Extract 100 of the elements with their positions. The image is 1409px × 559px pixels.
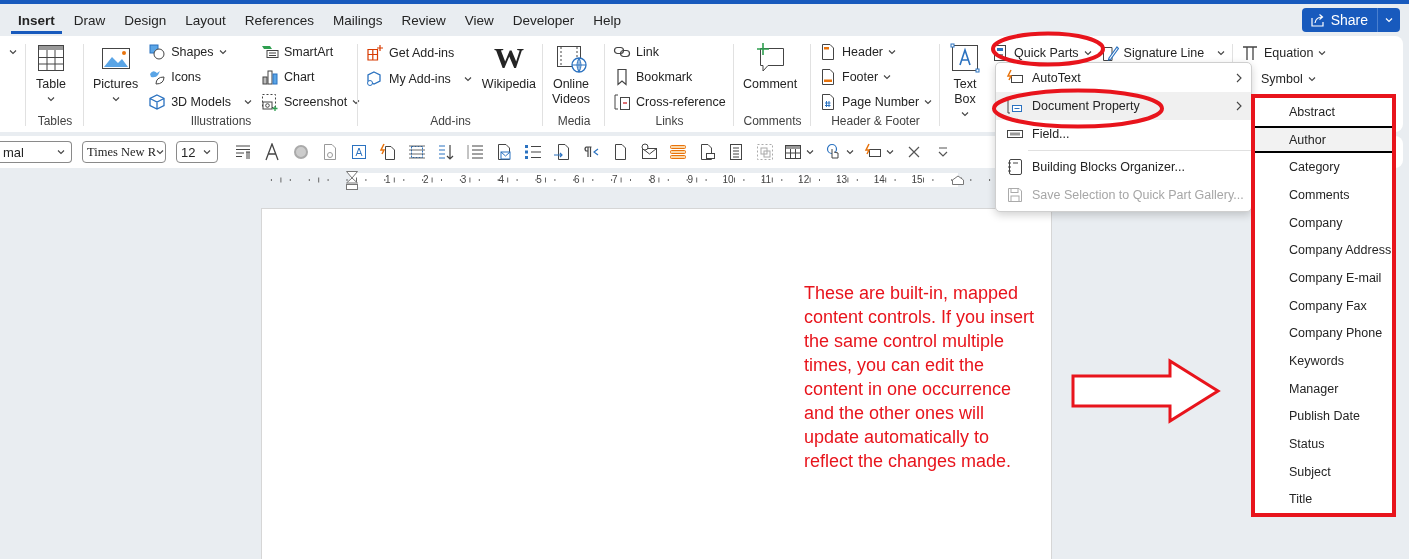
ribbon-button[interactable]: Get Add-ins: [364, 40, 474, 66]
ribbon-tab[interactable]: Help: [586, 6, 629, 34]
ruler-number: 14: [872, 174, 886, 186]
menu-item[interactable]: Status: [1255, 430, 1392, 458]
caret-icon: [9, 48, 17, 56]
ribbon-button[interactable]: Online Videos: [549, 40, 593, 109]
font-dropdown[interactable]: Times New R: [82, 141, 166, 163]
ruler-number: 4: [497, 174, 506, 186]
ribbon-button[interactable]: W Wikipedia: [478, 40, 540, 94]
ribbon-button[interactable]: Comment: [740, 40, 801, 94]
attach-email-icon[interactable]: [639, 143, 658, 161]
camera-icon: [260, 92, 279, 111]
menu-item[interactable]: Abstract: [1255, 98, 1392, 126]
menu-item[interactable]: Company Phone: [1255, 319, 1392, 348]
header-icon: [819, 43, 837, 62]
ribbon-button[interactable]: My Add-ins: [364, 66, 474, 92]
ribbon-tab[interactable]: Review: [394, 6, 453, 34]
save-icon: [1006, 186, 1024, 204]
ruler-number: 13: [834, 174, 848, 186]
ribbon-tab[interactable]: Mailings: [325, 6, 390, 34]
menu-item[interactable]: Building Blocks Organizer...: [996, 153, 1251, 181]
menu-item[interactable]: Keywords: [1255, 347, 1392, 375]
ribbon-button[interactable]: SmartArt: [258, 40, 363, 65]
ribbon-tab[interactable]: Draw: [66, 6, 113, 34]
text-box-icon: [949, 42, 981, 74]
menu-item[interactable]: Field...: [996, 120, 1251, 148]
ruler-number: 5: [535, 174, 543, 186]
group-label: Media: [557, 114, 591, 130]
ribbon-button[interactable]: Table: [32, 40, 70, 105]
caret-icon: [1217, 49, 1226, 57]
ribbon-button[interactable]: Text Box: [946, 40, 984, 120]
ruler-number: 6: [573, 174, 581, 186]
caret-icon: [1083, 49, 1092, 57]
ruler-number: 12: [797, 174, 811, 186]
ruler-number: 7: [610, 174, 619, 186]
cube-icon: [148, 92, 167, 111]
ribbon-button[interactable]: Header: [817, 40, 935, 65]
menu-item[interactable]: Author: [1255, 125, 1392, 154]
ribbon-button[interactable]: Link: [611, 40, 728, 65]
ribbon-tab[interactable]: Developer: [505, 6, 582, 34]
paragraph-options-icon[interactable]: [233, 143, 252, 161]
ruler-number: 11: [759, 174, 773, 186]
menu-item[interactable]: Comments: [1255, 181, 1392, 209]
menu-item[interactable]: Company Fax: [1255, 291, 1392, 320]
borders-icon[interactable]: [407, 143, 426, 161]
ribbon-button[interactable]: Bookmark: [611, 64, 728, 90]
menu-item[interactable]: Subject: [1255, 457, 1392, 486]
style-dropdown[interactable]: mal: [0, 141, 72, 163]
ribbon-button[interactable]: Chart: [258, 64, 363, 90]
ribbon-button[interactable]: Screenshot: [258, 89, 363, 114]
ribbon-button[interactable]: Icons: [146, 64, 254, 90]
footer-icon: [819, 68, 837, 86]
group-label: Header & Footer: [831, 114, 920, 130]
ribbon-tab[interactable]: References: [237, 6, 321, 34]
menu-item[interactable]: Category: [1255, 153, 1392, 182]
font-icon[interactable]: [262, 143, 281, 161]
table-icon[interactable]: [784, 143, 802, 161]
ribbon-button[interactable]: 3D Models: [146, 89, 254, 114]
insert-file-icon[interactable]: [552, 143, 571, 161]
touch-icon[interactable]: [824, 143, 842, 161]
page-number-icon: [819, 92, 837, 111]
notebook-icon: [1006, 158, 1024, 176]
line-spacing-icon[interactable]: [465, 143, 484, 161]
caret-icon: [57, 148, 65, 156]
ribbon-button[interactable]: Pictures: [90, 40, 142, 105]
ribbon-button[interactable]: Cross-reference: [611, 89, 728, 114]
bar-chart-icon: [260, 68, 279, 86]
menu-item[interactable]: Company E-mail: [1255, 264, 1392, 292]
ruler-number: 1: [384, 174, 392, 186]
ribbon-tab[interactable]: Design: [117, 6, 174, 34]
indent-marker-icon[interactable]: [951, 175, 965, 185]
group-label: Illustrations: [190, 114, 252, 130]
menu-item[interactable]: Company: [1255, 208, 1392, 237]
indent-marker-icon[interactable]: [345, 170, 359, 191]
ribbon-tab[interactable]: View: [457, 6, 501, 34]
menu-item[interactable]: Title: [1255, 485, 1392, 514]
group-label: Add-ins: [430, 114, 471, 130]
bird-leaf-icon: [148, 68, 167, 86]
stacked-bars-icon[interactable]: [668, 143, 687, 161]
menu-item[interactable]: Document Property: [996, 92, 1251, 120]
bullet-list-icon[interactable]: [523, 143, 542, 161]
autotext-document-icon[interactable]: [378, 143, 397, 161]
ribbon-tab[interactable]: Insert: [11, 6, 62, 34]
font-size-dropdown[interactable]: 12: [176, 141, 218, 163]
menu-item[interactable]: Publish Date: [1255, 402, 1392, 431]
sort-icon[interactable]: [436, 143, 455, 161]
text-box-icon[interactable]: [349, 143, 368, 161]
ruler-number: 15: [910, 174, 924, 186]
caret-icon: [203, 148, 211, 156]
ribbon-button[interactable]: Page Number: [817, 89, 935, 114]
annotation-text: These are built-in, mapped content controls. If you insert the same control multiple times, you can edit the content in one occurrence and the other ones will update automatically to reflect the changes made.: [804, 282, 1035, 473]
ribbon-button[interactable]: Footer: [817, 64, 935, 90]
caret-icon: [47, 95, 55, 103]
share-button[interactable]: Share: [1301, 8, 1400, 32]
menu-item[interactable]: Company Address: [1255, 236, 1392, 265]
menu-item[interactable]: Manager: [1255, 374, 1392, 403]
ribbon-button[interactable]: Equation: [1239, 40, 1329, 66]
ribbon-button[interactable]: Shapes: [146, 40, 254, 65]
caret-icon: [883, 73, 892, 81]
ribbon-tab[interactable]: Layout: [178, 6, 233, 34]
